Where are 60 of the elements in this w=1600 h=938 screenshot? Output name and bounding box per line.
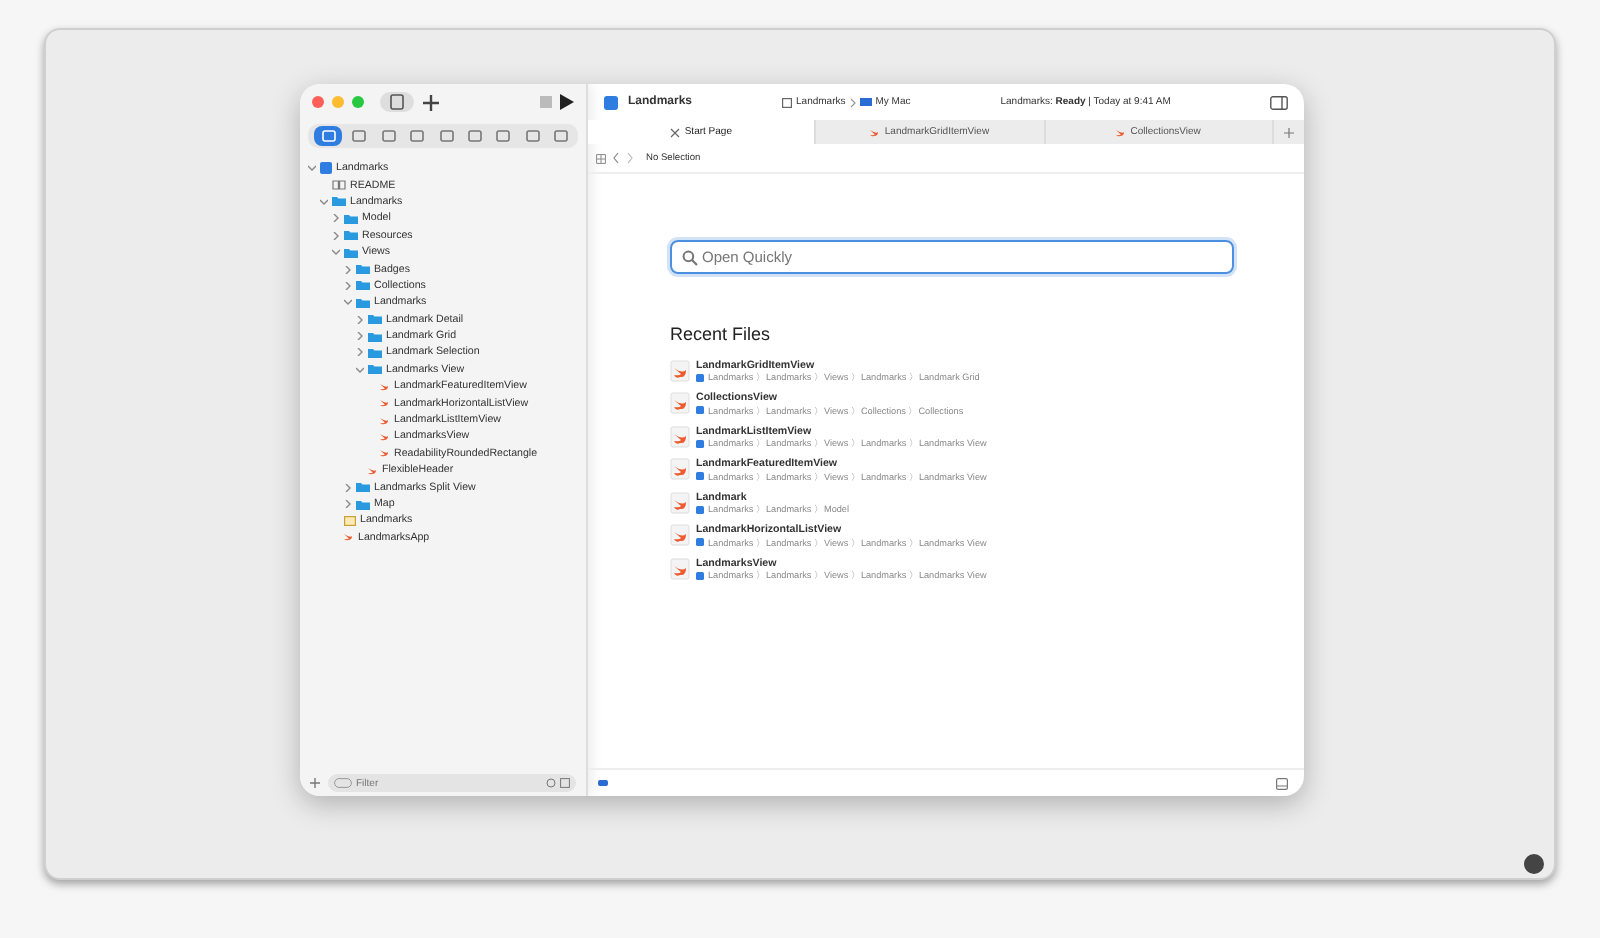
swift-file-icon — [344, 532, 354, 543]
navigator-tab[interactable] — [435, 126, 457, 146]
navigator-tab[interactable] — [463, 126, 486, 146]
zoom-icon[interactable] — [352, 96, 364, 108]
disclosure-icon[interactable] — [332, 231, 340, 240]
app-icon — [604, 95, 618, 109]
disclosure-icon[interactable] — [356, 348, 364, 357]
disclosure-icon[interactable] — [344, 483, 352, 492]
swift-file-icon — [670, 458, 690, 481]
navigator-tab[interactable] — [377, 126, 400, 146]
swift-file-icon — [670, 359, 690, 382]
disclosure-icon[interactable] — [344, 500, 352, 508]
disclosure-icon[interactable] — [344, 265, 352, 274]
swift-file-icon — [1116, 127, 1127, 137]
navigator-tab[interactable] — [492, 126, 515, 146]
add-tab-icon[interactable] — [1283, 127, 1294, 137]
project-icon — [696, 373, 704, 381]
disclosure-icon[interactable] — [320, 197, 328, 206]
swift-file-icon — [670, 557, 690, 580]
disclosure-icon[interactable] — [356, 315, 364, 324]
swift-file-icon — [870, 127, 881, 137]
section-heading: Recent Files — [670, 324, 773, 344]
disclosure-icon[interactable] — [344, 298, 352, 307]
scheme-icon — [782, 97, 793, 107]
project-icon — [696, 472, 704, 480]
swift-file-icon — [670, 425, 690, 448]
disclosure-icon[interactable] — [344, 281, 352, 290]
disclosure-icon[interactable] — [356, 365, 364, 374]
navigator-tab[interactable] — [406, 126, 429, 146]
grid-icon[interactable] — [596, 153, 606, 163]
navigator-tab[interactable] — [348, 126, 371, 146]
navigator-tab[interactable] — [521, 126, 544, 146]
swift-file-icon — [670, 392, 690, 415]
swift-file-icon — [670, 524, 690, 547]
disclosure-icon[interactable] — [308, 164, 316, 173]
disclosure-icon[interactable] — [332, 214, 340, 223]
play-icon[interactable] — [560, 94, 574, 110]
back-icon[interactable] — [612, 152, 620, 164]
search-icon — [682, 249, 698, 265]
book-icon — [332, 180, 346, 191]
project-icon — [696, 439, 704, 447]
forward-icon[interactable] — [626, 152, 634, 164]
panel-toggle-icon[interactable] — [1276, 777, 1288, 789]
navigator-tab[interactable] — [314, 126, 342, 146]
chevron-icon — [849, 97, 856, 107]
square-icon[interactable] — [560, 778, 570, 788]
disclosure-icon[interactable] — [332, 248, 340, 257]
disclosure-icon[interactable] — [356, 332, 364, 341]
inspector-toggle-icon[interactable] — [1270, 95, 1288, 109]
project-icon — [696, 406, 704, 414]
navigator-tab[interactable] — [550, 126, 572, 146]
sidebar-toggle-button[interactable] — [380, 92, 414, 112]
project-icon — [320, 162, 332, 175]
project-icon — [696, 571, 704, 579]
plus-icon[interactable] — [422, 93, 440, 111]
navigator-icon — [321, 130, 335, 142]
close-icon[interactable] — [312, 96, 324, 108]
project-icon — [696, 538, 704, 546]
project-icon — [696, 505, 704, 513]
swift-file-icon — [670, 491, 690, 514]
